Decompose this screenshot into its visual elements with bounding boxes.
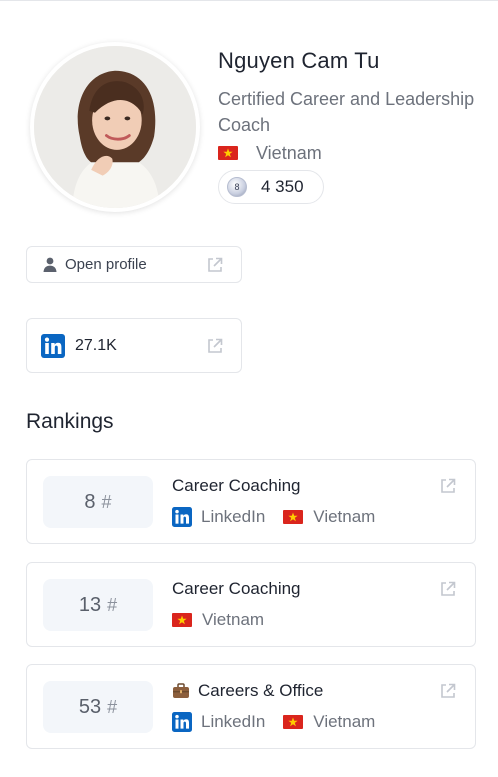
tag-linkedin: LinkedIn [172, 507, 265, 527]
linkedin-followers-button[interactable]: 27.1K [26, 318, 242, 373]
vietnam-flag-icon [283, 510, 304, 524]
ranking-category-label: Career Coaching [172, 476, 301, 495]
external-link-icon [208, 257, 223, 272]
avatar-photo [34, 46, 196, 208]
profile-title: Certified Career and Leadership Coach [218, 89, 475, 135]
linkedin-followers-count: 27.1K [75, 336, 117, 354]
tag-country: Vietnam [283, 507, 375, 527]
rank-number: 13 # [43, 579, 153, 631]
tag-label: LinkedIn [201, 507, 266, 526]
tag-country: Vietnam [172, 610, 264, 630]
external-link-icon[interactable] [439, 580, 457, 598]
tag-country: Vietnam [283, 712, 375, 732]
ranking-category-label: Career Coaching [172, 579, 301, 598]
top-divider [0, 0, 498, 1]
tag-linkedin: LinkedIn [172, 712, 265, 732]
external-link-icon[interactable] [439, 477, 457, 495]
ranking-category: Career Coaching [172, 579, 301, 599]
linkedin-icon [172, 712, 192, 732]
ranking-category: Careers & Office [172, 681, 323, 701]
medal-icon: 8 [227, 177, 247, 197]
profile-country-label: Vietnam [256, 142, 322, 163]
rank-value: 53 [78, 695, 102, 718]
ranking-tags: LinkedIn Vietnam [172, 712, 393, 732]
external-link-icon[interactable] [439, 682, 457, 700]
ranking-card[interactable]: 13 # Career Coaching Vietnam [26, 562, 476, 647]
linkedin-icon [172, 507, 192, 527]
vietnam-flag-icon [172, 613, 192, 627]
ranking-card[interactable]: 53 # Careers & Office LinkedIn Vietnam [26, 664, 476, 749]
rank-hash: # [101, 491, 112, 512]
open-profile-button[interactable]: Open profile [26, 246, 242, 283]
rankings-heading: Rankings [26, 410, 114, 433]
linkedin-icon [41, 333, 65, 358]
ranking-tags: LinkedIn Vietnam [172, 507, 393, 527]
tag-label: LinkedIn [201, 712, 266, 731]
profile-country: Vietnam [218, 142, 322, 164]
ranking-tags: Vietnam [172, 610, 282, 630]
open-profile-label: Open profile [65, 256, 147, 273]
vietnam-flag-icon [218, 146, 238, 160]
vietnam-flag-icon [283, 715, 304, 729]
ranking-category-label: Careers & Office [198, 681, 324, 700]
rank-hash: # [107, 696, 118, 717]
score-badge[interactable]: 8 4 350 [218, 170, 324, 204]
tag-label: Vietnam [202, 610, 265, 629]
rank-number: 53 # [43, 681, 153, 733]
rank-value: 8 [84, 490, 96, 513]
person-icon [43, 257, 57, 272]
tag-label: Vietnam [313, 507, 376, 526]
rank-hash: # [107, 594, 118, 615]
briefcase-icon [173, 683, 189, 698]
score-value: 4 350 [261, 177, 304, 196]
external-link-icon [208, 338, 223, 353]
rank-value: 13 [78, 593, 102, 616]
ranking-card[interactable]: 8 # Career Coaching LinkedIn Vietnam [26, 459, 476, 544]
profile-name: Nguyen Cam Tu [218, 48, 380, 73]
rank-number: 8 # [43, 476, 153, 528]
ranking-category: Career Coaching [172, 476, 301, 496]
tag-label: Vietnam [313, 712, 376, 731]
avatar [30, 42, 200, 212]
